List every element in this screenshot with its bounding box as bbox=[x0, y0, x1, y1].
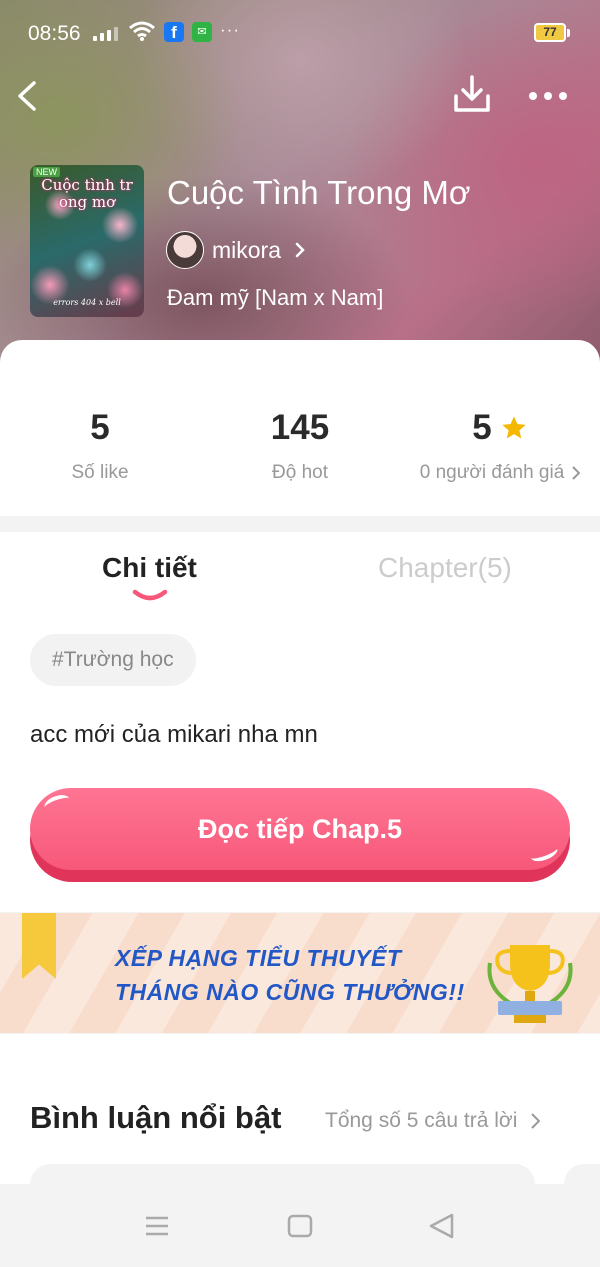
story-title: Cuộc Tình Trong Mơ bbox=[167, 174, 471, 211]
home-icon[interactable] bbox=[287, 1214, 313, 1238]
banner-text: XẾP HẠNG TIỂU THUYẾT THÁNG NÀO CŨNG THƯỞ… bbox=[115, 941, 465, 1009]
ranking-promo-banner[interactable]: XẾP HẠNG TIỂU THUYẾT THÁNG NÀO CŨNG THƯỞ… bbox=[0, 913, 600, 1033]
stats-card: 5 Số like 145 Độ hot 5 0 người đánh giá bbox=[0, 340, 600, 516]
wechat-icon: ✉ bbox=[192, 22, 212, 42]
cover-author: errors 404 x bell bbox=[53, 298, 121, 307]
cover-title: Cuộc tình tr ong mơ bbox=[41, 176, 133, 211]
author-link[interactable]: mikora bbox=[166, 230, 305, 270]
active-tab-indicator bbox=[132, 589, 168, 601]
likes-value: 5 bbox=[90, 408, 110, 447]
chevron-right-icon bbox=[295, 242, 305, 258]
chevron-right-icon bbox=[572, 466, 581, 480]
rating-count-label: 0 người đánh giá bbox=[419, 462, 565, 483]
chevron-right-icon bbox=[531, 1113, 541, 1129]
banner-line-1: XẾP HẠNG TIỂU THUYẾT bbox=[115, 945, 402, 971]
nav-back-icon[interactable] bbox=[428, 1212, 456, 1240]
notification-overflow: ··· bbox=[220, 20, 240, 39]
signal-icon bbox=[93, 25, 118, 41]
status-time: 08:56 bbox=[28, 22, 81, 45]
comments-total: Tổng số 5 câu trả lời bbox=[325, 1109, 518, 1132]
back-icon[interactable] bbox=[12, 78, 48, 114]
author-avatar bbox=[166, 231, 204, 269]
comments-total-link[interactable]: Tổng số 5 câu trả lời bbox=[325, 1109, 541, 1133]
stat-hot: 145 Độ hot bbox=[200, 408, 400, 484]
author-name: mikora bbox=[212, 236, 282, 263]
system-navigation-bar bbox=[0, 1184, 600, 1267]
status-bar: 08:56 f ✉ ··· 77 bbox=[0, 0, 600, 70]
story-genre: Đam mỹ [Nam x Nam] bbox=[167, 285, 384, 310]
story-cover-image[interactable]: NEW Cuộc tình tr ong mơ errors 404 x bel… bbox=[30, 165, 144, 317]
featured-comments-section: Bình luận nổi bật Tổng số 5 câu trả lời bbox=[0, 1034, 600, 1204]
detail-section: Chi tiết Chapter(5) #Trường học acc mới … bbox=[0, 532, 600, 912]
tab-details[interactable]: Chi tiết bbox=[102, 552, 197, 584]
more-icon[interactable] bbox=[526, 82, 570, 110]
stat-likes: 5 Số like bbox=[0, 408, 200, 484]
facebook-icon: f bbox=[164, 22, 184, 42]
continue-reading-button[interactable]: Đọc tiếp Chap.5 bbox=[30, 788, 570, 882]
stat-rating[interactable]: 5 0 người đánh giá bbox=[400, 408, 600, 484]
tab-chapters[interactable]: Chapter(5) bbox=[378, 552, 512, 584]
banner-line-2: THÁNG NÀO CŨNG THƯỞNG!! bbox=[115, 979, 465, 1005]
comments-title: Bình luận nổi bật bbox=[30, 1100, 282, 1135]
battery-indicator: 77 bbox=[534, 23, 570, 42]
continue-reading-label: Đọc tiếp Chap.5 bbox=[197, 814, 403, 844]
rating-value: 5 bbox=[472, 408, 492, 447]
story-tag[interactable]: #Trường học bbox=[30, 634, 196, 686]
story-description: acc mới của mikari nha mn bbox=[30, 721, 318, 748]
likes-label: Số like bbox=[71, 462, 129, 483]
bookmark-ribbon-icon bbox=[22, 913, 56, 979]
hot-label: Độ hot bbox=[272, 462, 328, 483]
menu-icon[interactable] bbox=[144, 1215, 170, 1237]
wifi-icon bbox=[129, 21, 155, 41]
download-icon[interactable] bbox=[452, 74, 492, 116]
hot-value: 145 bbox=[270, 408, 330, 447]
trophy-icon bbox=[487, 945, 573, 1023]
star-icon bbox=[502, 416, 526, 439]
